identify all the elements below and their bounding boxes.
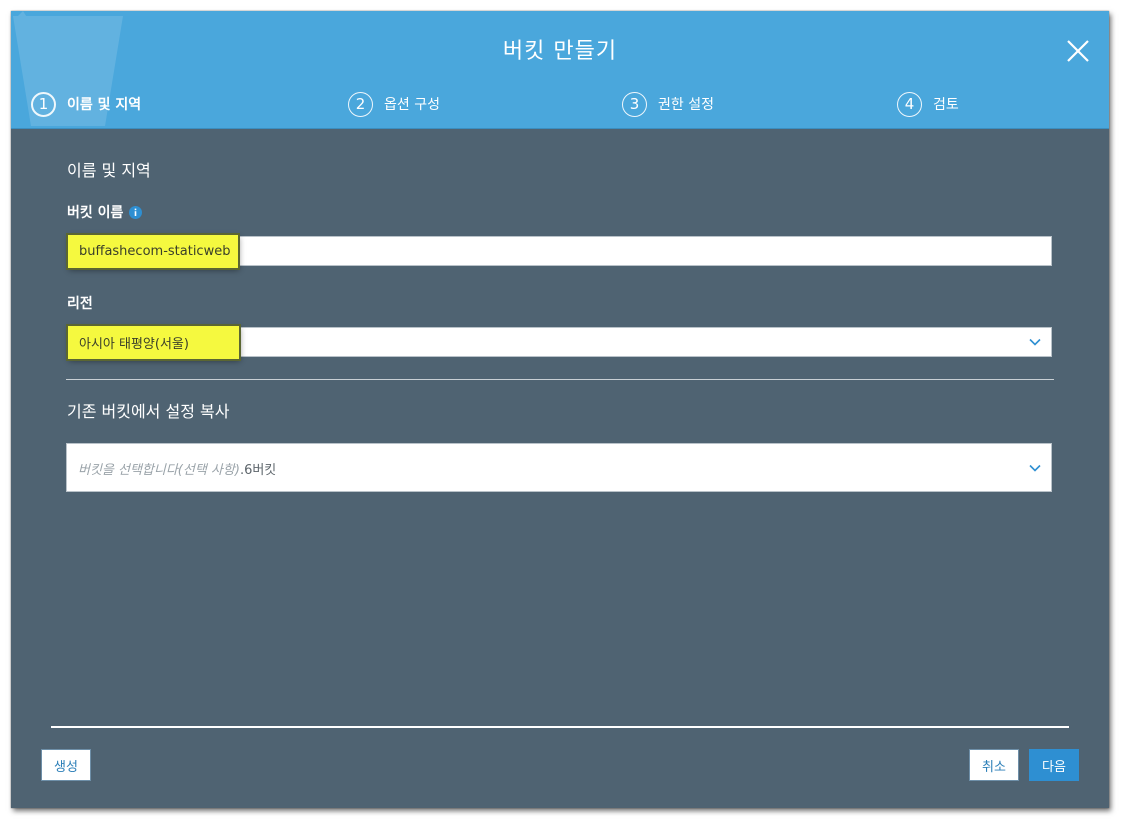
bucket-name-label-text: 버킷 이름 — [67, 205, 124, 221]
chevron-down-icon[interactable] — [1029, 338, 1041, 346]
step-review[interactable]: 4 검토 — [897, 90, 959, 118]
step-permissions[interactable]: 3 권한 설정 — [622, 90, 714, 118]
dialog-title: 버킷 만들기 — [502, 39, 618, 64]
create-button[interactable]: 생성 — [41, 749, 91, 781]
footer-divider — [51, 726, 1069, 728]
copy-bucket-select[interactable]: 버킷을 선택합니다(선택 사항) .6버킷 — [66, 443, 1052, 492]
close-icon[interactable] — [1064, 37, 1092, 65]
region-value[interactable]: 아시아 태평양(서울) — [68, 326, 239, 359]
step-label: 검토 — [933, 97, 959, 113]
region-label: 리전 — [67, 296, 93, 312]
bucket-name-value[interactable]: buffashecom-staticweb — [68, 235, 238, 268]
step-number: 3 — [622, 91, 647, 117]
copy-bucket-placeholder: 버킷을 선택합니다(선택 사항) .6버킷 — [78, 444, 276, 492]
create-bucket-dialog: 버킷 만들기 1 이름 및 지역 2 옵션 구성 3 권한 설정 4 검토 이름… — [11, 11, 1109, 808]
step-label: 권한 설정 — [658, 97, 714, 113]
bucket-count: .6버킷 — [239, 462, 277, 478]
dialog-header: 버킷 만들기 1 이름 및 지역 2 옵션 구성 3 권한 설정 4 검토 — [11, 11, 1109, 129]
step-number: 4 — [897, 91, 922, 117]
chevron-down-icon[interactable] — [1029, 464, 1041, 472]
step-options[interactable]: 2 옵션 구성 — [348, 90, 440, 118]
copy-settings-title: 기존 버킷에서 설정 복사 — [67, 402, 230, 421]
wizard-steps: 1 이름 및 지역 2 옵션 구성 3 권한 설정 4 검토 — [11, 90, 1109, 118]
bucket-name-label: 버킷 이름 — [67, 202, 143, 222]
next-button[interactable]: 다음 — [1029, 749, 1079, 781]
step-label: 이름 및 지역 — [67, 97, 142, 113]
section-title: 이름 및 지역 — [67, 161, 151, 180]
section-divider — [66, 379, 1054, 380]
cancel-button[interactable]: 취소 — [969, 749, 1019, 781]
step-label: 옵션 구성 — [384, 97, 440, 113]
copy-placeholder-text: 버킷을 선택합니다(선택 사항) — [78, 462, 240, 478]
info-icon[interactable] — [129, 205, 143, 219]
step-number: 1 — [31, 91, 56, 117]
step-name-region[interactable]: 1 이름 및 지역 — [31, 90, 141, 118]
step-number: 2 — [348, 91, 373, 117]
